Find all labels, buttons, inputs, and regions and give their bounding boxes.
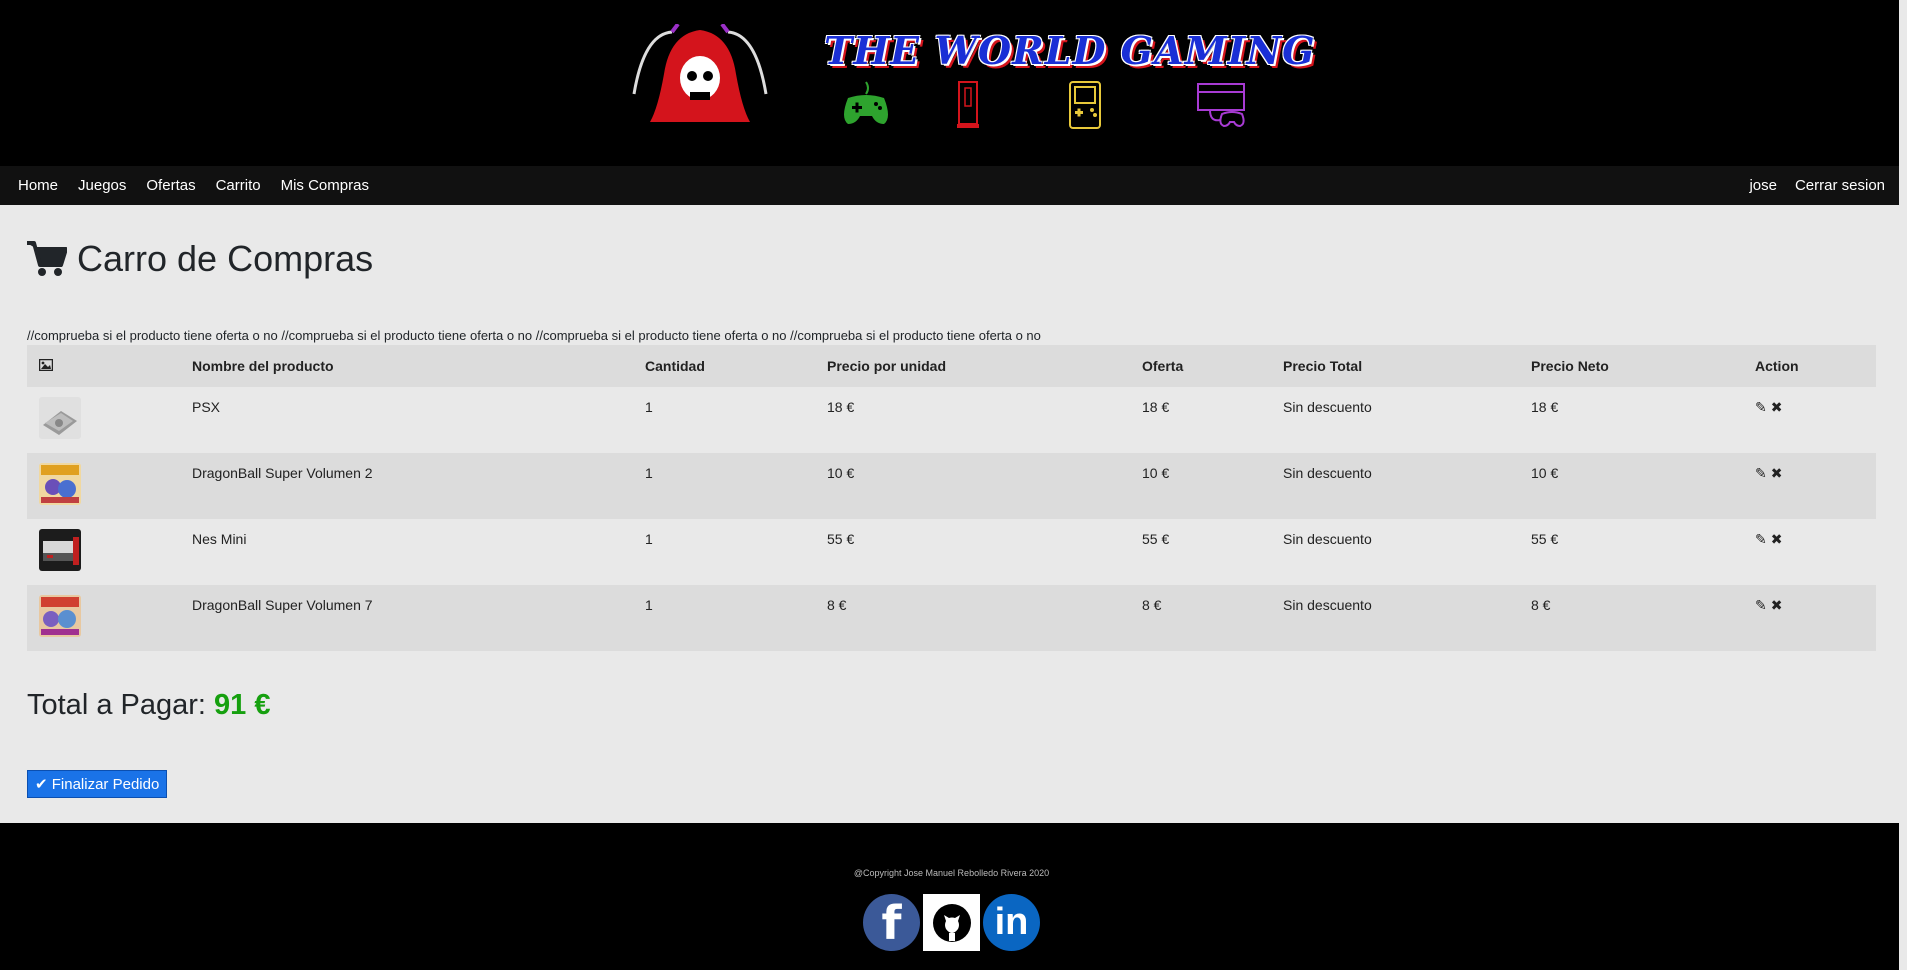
- delete-icon[interactable]: ✖: [1771, 399, 1783, 415]
- social-links: f in: [863, 894, 1043, 951]
- cart-heading: Carro de Compras: [27, 205, 1876, 285]
- row-actions: ✎ ✖: [1743, 585, 1876, 651]
- product-total: Sin descuento: [1271, 453, 1519, 519]
- table-header-row: Nombre del producto Cantidad Precio por …: [27, 345, 1876, 387]
- linkedin-icon[interactable]: in: [983, 894, 1040, 951]
- check-icon: ✔: [35, 776, 48, 793]
- nav-logout[interactable]: Cerrar sesion: [1795, 177, 1885, 194]
- nav-juegos[interactable]: Juegos: [78, 177, 126, 194]
- product-unit-price: 8 €: [815, 585, 1130, 651]
- product-net: 8 €: [1519, 585, 1743, 651]
- edit-icon[interactable]: ✎: [1755, 465, 1767, 481]
- table-row: DragonBall Super Volumen 7 1 8 € 8 € Sin…: [27, 585, 1876, 651]
- product-quantity: 1: [633, 453, 815, 519]
- product-net: 18 €: [1519, 387, 1743, 453]
- facebook-icon[interactable]: f: [863, 894, 920, 951]
- product-thumb-cell: [27, 453, 180, 519]
- row-actions: ✎ ✖: [1743, 453, 1876, 519]
- reaper-skull-logo: [632, 24, 768, 122]
- nav-mis-compras[interactable]: Mis Compras: [281, 177, 369, 194]
- shopping-cart-icon: [27, 241, 67, 276]
- total-amount: 91 €: [214, 689, 271, 721]
- product-thumb-cell: [27, 387, 180, 453]
- nav-home[interactable]: Home: [18, 177, 58, 194]
- site-banner: THE WORLD GAMING: [0, 0, 1903, 166]
- total-label: Total a Pagar:: [27, 689, 206, 721]
- product-total: Sin descuento: [1271, 519, 1519, 585]
- product-offer: 10 €: [1130, 453, 1271, 519]
- col-product-name: Nombre del producto: [180, 345, 633, 387]
- github-octocat-icon: [932, 903, 971, 942]
- site-footer: @Copyright Jose Manuel Rebolledo Rivera …: [0, 823, 1903, 970]
- nav-links: Home Juegos Ofertas Carrito Mis Compras: [0, 177, 389, 194]
- delete-icon[interactable]: ✖: [1771, 597, 1783, 613]
- col-quantity: Cantidad: [633, 345, 815, 387]
- edit-icon[interactable]: ✎: [1755, 531, 1767, 547]
- finalize-order-button[interactable]: ✔ Finalizar Pedido: [27, 770, 168, 798]
- table-row: PSX 1 18 € 18 € Sin descuento 18 € ✎ ✖: [27, 387, 1876, 453]
- delete-icon[interactable]: ✖: [1771, 531, 1783, 547]
- finalize-order-label: Finalizar Pedido: [51, 776, 160, 793]
- cart-main: Carro de Compras //comprueba si el produ…: [0, 205, 1903, 863]
- product-name: Nes Mini: [180, 519, 633, 585]
- edit-icon[interactable]: ✎: [1755, 399, 1767, 415]
- gamepad-icon: [844, 81, 888, 124]
- delete-icon[interactable]: ✖: [1771, 465, 1783, 481]
- product-name: PSX: [180, 387, 633, 453]
- col-offer: Oferta: [1130, 345, 1271, 387]
- nes-mini-box-thumbnail: [39, 529, 81, 571]
- product-total: Sin descuento: [1271, 585, 1519, 651]
- col-action: Action: [1743, 345, 1876, 387]
- nav-ofertas[interactable]: Ofertas: [146, 177, 195, 194]
- total-to-pay: Total a Pagar: 91 €: [27, 689, 1876, 729]
- product-unit-price: 18 €: [815, 387, 1130, 453]
- psx-console-thumbnail: [39, 397, 81, 439]
- product-name: DragonBall Super Volumen 7: [180, 585, 633, 651]
- table-row: DragonBall Super Volumen 2 1 10 € 10 € S…: [27, 453, 1876, 519]
- row-actions: ✎ ✖: [1743, 519, 1876, 585]
- navbar: Home Juegos Ofertas Carrito Mis Compras …: [0, 166, 1903, 205]
- col-total-price: Precio Total: [1271, 345, 1519, 387]
- product-unit-price: 10 €: [815, 453, 1130, 519]
- product-thumb-cell: [27, 519, 180, 585]
- copyright-text: @Copyright Jose Manuel Rebolledo Rivera …: [853, 868, 1050, 878]
- image-icon: [38, 358, 54, 372]
- dragonball-manga-thumbnail: [39, 463, 81, 505]
- col-image: [27, 345, 180, 387]
- debug-text: //comprueba si el producto tiene oferta …: [27, 328, 1041, 343]
- col-net-price: Precio Neto: [1519, 345, 1743, 387]
- row-actions: ✎ ✖: [1743, 387, 1876, 453]
- product-unit-price: 55 €: [815, 519, 1130, 585]
- dragonball-manga-thumbnail: [39, 595, 81, 637]
- product-offer: 8 €: [1130, 585, 1271, 651]
- product-quantity: 1: [633, 387, 815, 453]
- product-net: 55 €: [1519, 519, 1743, 585]
- product-offer: 55 €: [1130, 519, 1271, 585]
- product-net: 10 €: [1519, 453, 1743, 519]
- page-title: Carro de Compras: [77, 238, 374, 279]
- wii-console-icon: [957, 81, 979, 128]
- col-unit-price: Precio por unidad: [815, 345, 1130, 387]
- product-offer: 18 €: [1130, 387, 1271, 453]
- site-title: THE WORLD GAMING: [824, 28, 1316, 73]
- product-quantity: 1: [633, 585, 815, 651]
- github-icon[interactable]: [923, 894, 980, 951]
- gameboy-icon: [1069, 81, 1101, 129]
- product-total: Sin descuento: [1271, 387, 1519, 453]
- nav-user-jose[interactable]: jose: [1749, 177, 1777, 194]
- nav-user-area: jose Cerrar sesion: [1731, 177, 1903, 194]
- cart-table: Nombre del producto Cantidad Precio por …: [27, 345, 1876, 651]
- edit-icon[interactable]: ✎: [1755, 597, 1767, 613]
- retro-console-icon: [1197, 83, 1245, 128]
- nav-carrito[interactable]: Carrito: [216, 177, 261, 194]
- product-quantity: 1: [633, 519, 815, 585]
- product-name: DragonBall Super Volumen 2: [180, 453, 633, 519]
- product-thumb-cell: [27, 585, 180, 651]
- window-edge: [1899, 0, 1903, 970]
- page: THE WORLD GAMING Home Juegos Ofertas Car…: [0, 0, 1903, 970]
- table-row: Nes Mini 1 55 € 55 € Sin descuento 55 € …: [27, 519, 1876, 585]
